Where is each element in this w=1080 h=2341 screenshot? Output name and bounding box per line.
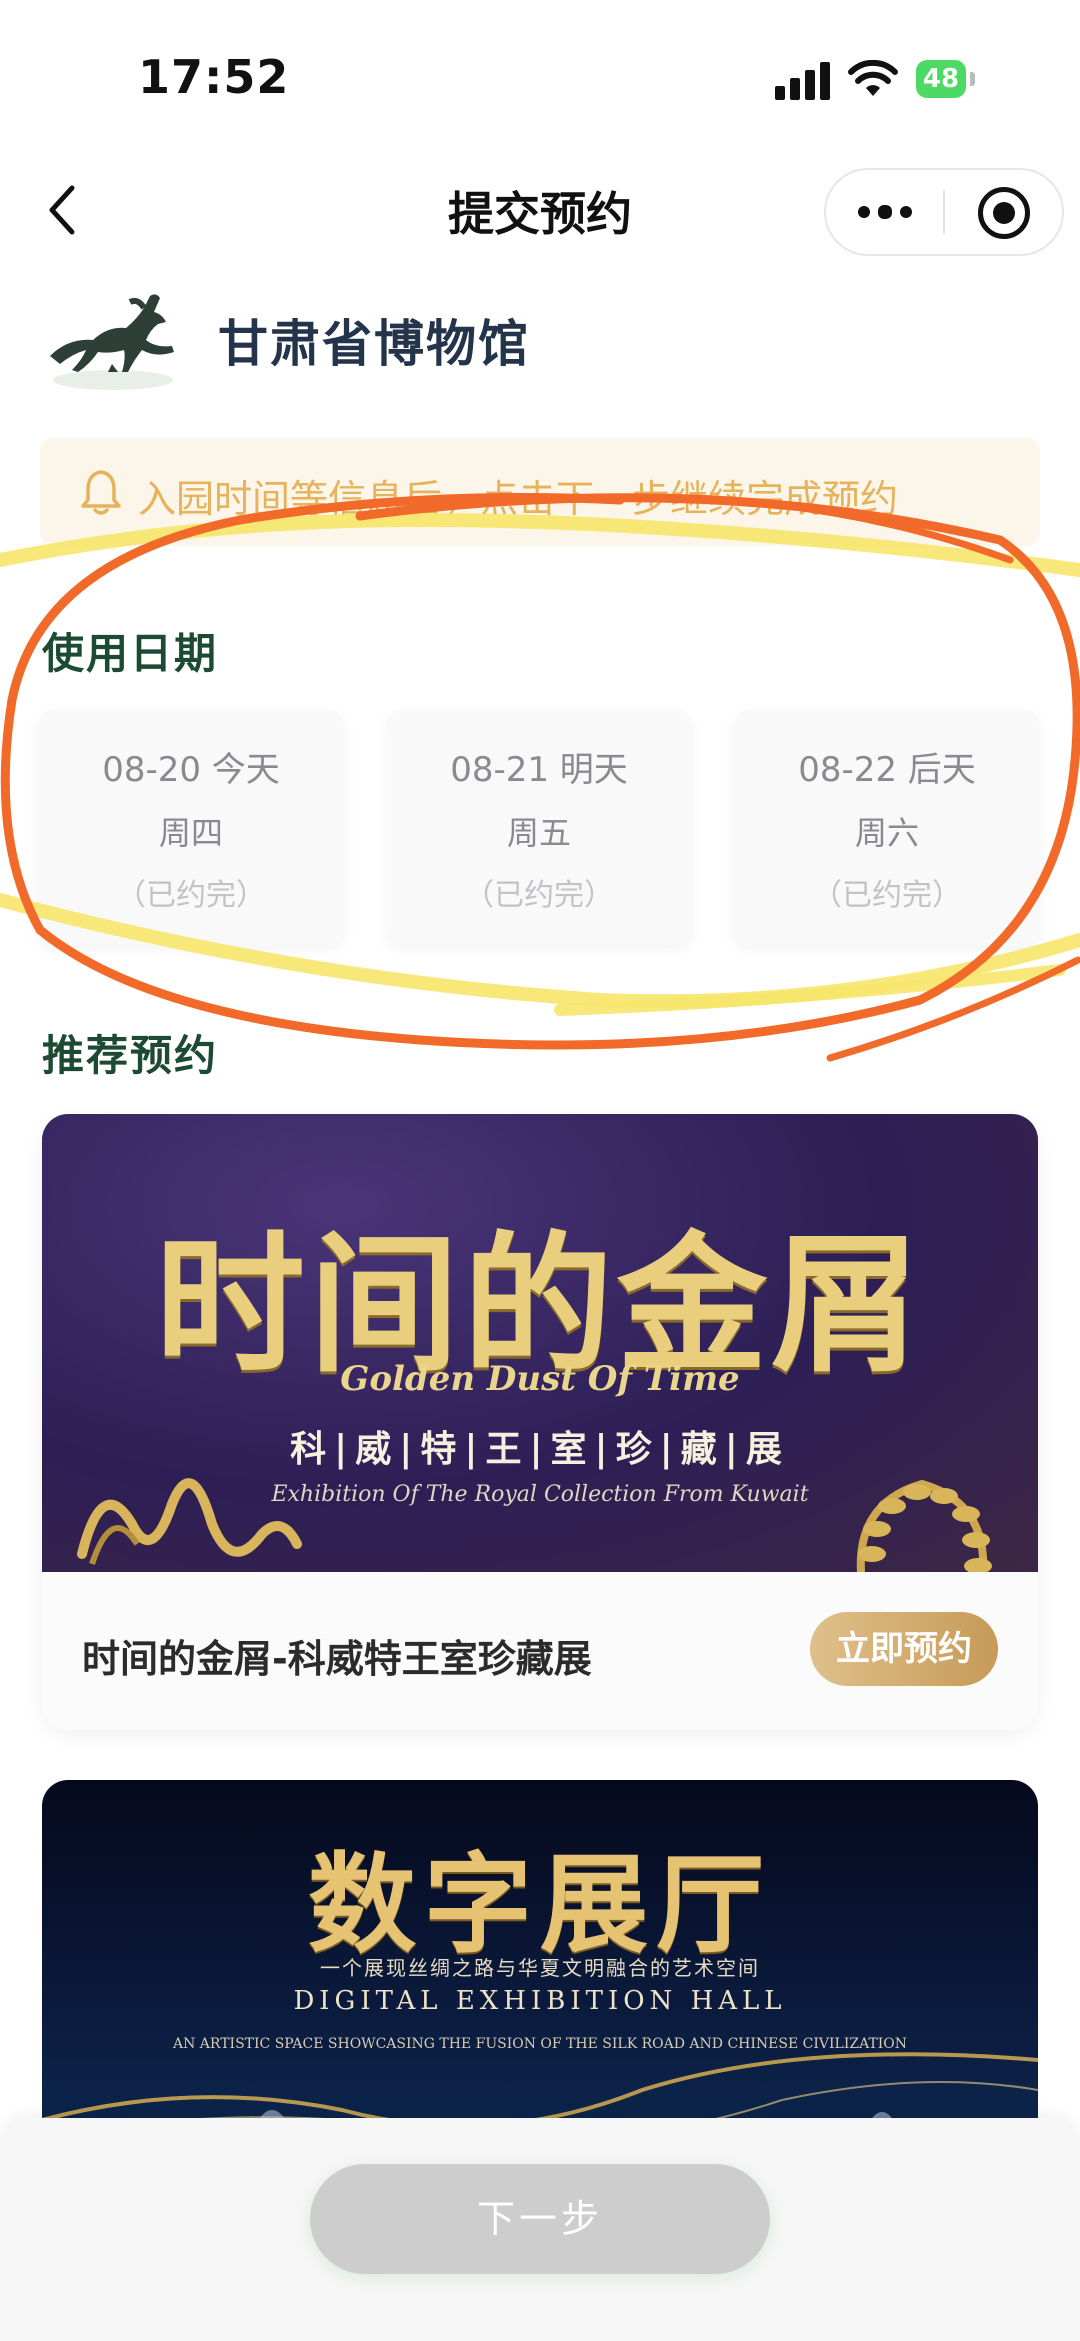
weekday-label: 周六 [854,814,919,852]
exhibition-banner[interactable]: 时间的金屑 Golden Dust Of Time 科|威|特|王|室|珍|藏|… [42,1114,1038,1584]
miniprogram-capsule [824,168,1064,256]
recommend-section-title: 推荐预约 [42,1031,219,1080]
availability-status: （已约完） [464,878,614,913]
date-option[interactable]: 08-21 明天 周五 （已约完） [386,710,692,946]
more-icon[interactable] [826,170,943,254]
date-label: 08-22 后天 [798,750,976,790]
museum-horse-logo [50,294,174,390]
close-miniprogram-icon[interactable] [945,170,1062,254]
date-option[interactable]: 08-22 后天 周六 （已约完） [734,710,1040,946]
recommend-card-footer: 时间的金屑-科威特王室珍藏展 立即预约 [42,1572,1038,1730]
exhibition-name: 时间的金屑-科威特王室珍藏展 [82,1637,592,1681]
date-label: 08-21 明天 [450,750,628,790]
date-option[interactable]: 08-20 今天 周四 （已约完） [38,710,344,946]
recommend-card[interactable]: 时间的金屑 Golden Dust Of Time 科|威|特|王|室|珍|藏|… [42,1114,1038,1730]
weekday-label: 周五 [506,814,571,852]
book-now-button[interactable]: 立即预约 [810,1612,998,1686]
signal-icon [775,60,831,100]
digital-hall-english-title: DIGITAL EXHIBITION HALL [293,1986,787,2016]
notice-text: 入园时间等信息后，点击下一步继续完成预约 [138,477,899,521]
bell-icon [81,470,121,515]
battery-icon: 48 [916,60,966,98]
battery-tip [970,72,975,86]
status-time: 17:52 [138,50,290,104]
weekday-label: 周四 [158,814,223,852]
museum-header: 甘肃省博物馆 [38,268,938,398]
nav-bar: 提交预约 [0,150,1080,270]
availability-status: （已约完） [116,878,266,913]
date-section-title: 使用日期 [42,629,219,678]
banner-english-title: Golden Dust Of Time [340,1359,740,1399]
date-label: 08-20 今天 [102,750,280,790]
digital-hall-english-subtitle: AN ARTISTIC SPACE SHOWCASING THE FUSION … [172,2036,908,2052]
digital-hall-title: 数字展厅 [307,1842,772,1968]
next-step-button[interactable]: 下一步 [310,2164,770,2274]
museum-name: 甘肃省博物馆 [218,315,530,373]
gold-bangle-image [77,1478,302,1565]
gold-laurel-image [856,1479,992,1584]
status-bar: 17:52 48 [0,0,1080,150]
availability-status: （已约完） [812,878,962,913]
notice-banner: 入园时间等信息后，点击下一步继续完成预约 [40,438,1040,546]
page: 17:52 48 提交预约 甘肃省博物馆 入园时间等信息后，点击下一步继续完成预… [0,0,1080,2341]
digital-hall-subtitle: 一个展现丝绸之路与华夏文明融合的艺术空间 [320,1956,760,1980]
bottom-action-bar: 下一步 [0,2118,1080,2341]
wifi-icon [848,60,898,96]
